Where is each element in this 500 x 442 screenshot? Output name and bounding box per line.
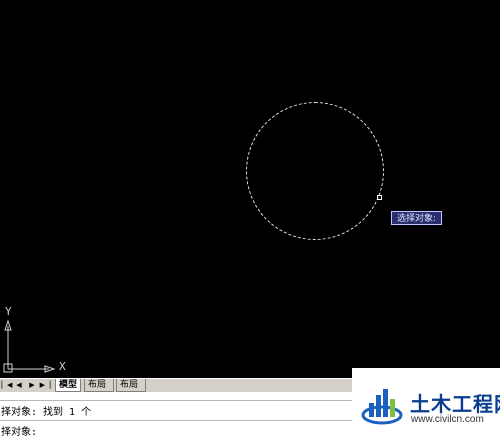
command-divider — [0, 400, 352, 401]
command-divider — [0, 420, 352, 421]
command-history-line: 择对象: 找到 1 个 — [1, 407, 92, 418]
last-tab-button[interactable]: ▶▕ — [39, 380, 51, 391]
watermark: 土木工程网 www.civilcn.com — [352, 368, 500, 442]
drawing-canvas[interactable]: 选择对象: Y X — [0, 0, 500, 378]
tab-model[interactable]: 模型 — [55, 379, 81, 392]
tab-layout1[interactable]: 布局1 — [84, 379, 114, 403]
watermark-url: www.civilcn.com — [411, 414, 484, 425]
cursor-pickbox — [377, 195, 382, 200]
first-tab-button[interactable]: ▏◀ — [1, 380, 13, 391]
dynamic-input-tooltip: 选择对象: — [391, 211, 442, 225]
ucs-x-label: X — [59, 360, 66, 373]
ucs-axes-icon — [3, 319, 56, 373]
selected-circle[interactable] — [246, 102, 384, 240]
tab-layout2[interactable]: 布局2 — [116, 379, 146, 403]
command-prompt-line[interactable]: 择对象: — [1, 423, 37, 438]
ucs-y-label: Y — [5, 305, 12, 318]
prev-tab-button[interactable]: ◀ — [13, 380, 25, 391]
ucs-icon: Y X — [0, 305, 80, 377]
civilcn-logo-icon — [361, 389, 403, 425]
watermark-title: 土木工程网 — [410, 392, 500, 416]
next-tab-button[interactable]: ▶ — [26, 380, 38, 391]
layout-tab-bar: ▏◀ ◀ ▶ ▶▕ 模型 布局1 布局2 — [0, 378, 352, 403]
command-window[interactable]: 择对象: 找到 1 个 择对象: — [0, 392, 352, 442]
